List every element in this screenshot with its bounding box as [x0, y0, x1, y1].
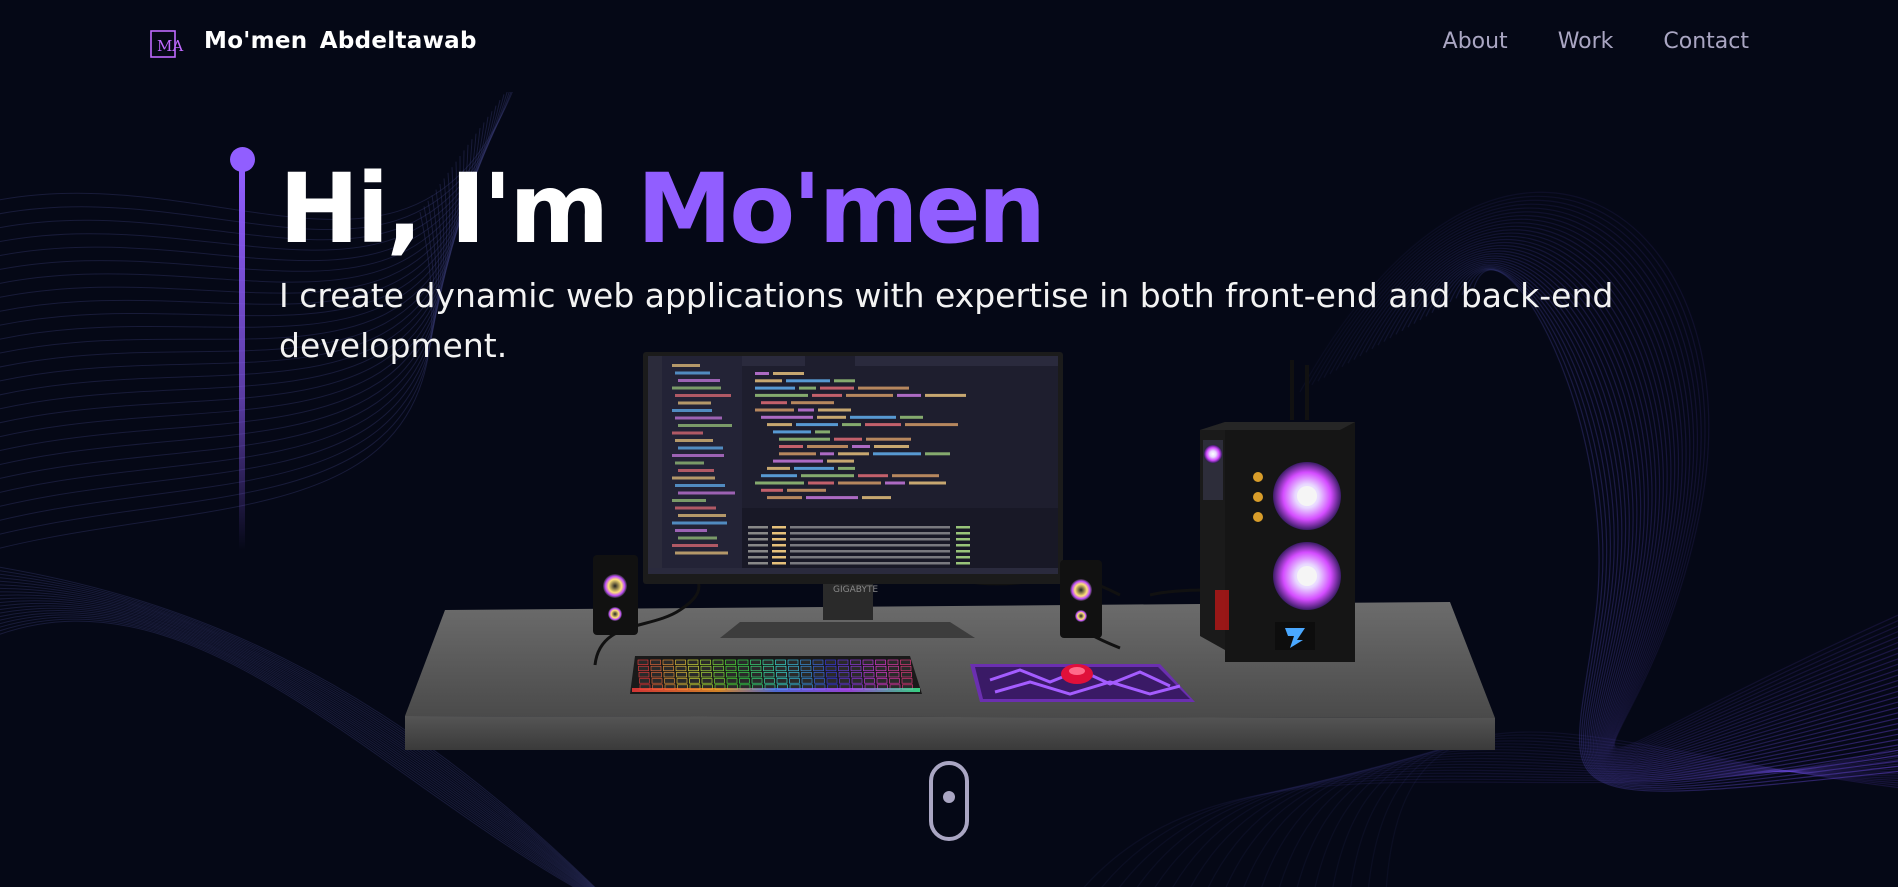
- desk-front: [405, 716, 1495, 750]
- nav-link-contact[interactable]: Contact: [1663, 29, 1749, 54]
- hero-name: Mo'men: [636, 153, 1046, 265]
- brand-name[interactable]: Mo'men Abdeltawab: [204, 28, 477, 54]
- ma-logo-icon[interactable]: MA: [150, 30, 184, 58]
- monitor-stand-base: [720, 622, 975, 638]
- mouse-scroll-icon[interactable]: [929, 761, 969, 841]
- navbar: MA Mo'men Abdeltawab About Work Contact: [0, 0, 1898, 90]
- hero-subtitle: I create dynamic web applications with e…: [279, 276, 1614, 365]
- monitor-brand: GIGABYTE: [833, 585, 878, 595]
- nav-link-work[interactable]: Work: [1558, 29, 1614, 54]
- hero-line: [239, 170, 245, 550]
- hero-title: Hi, I'm Mo'men: [279, 150, 1046, 268]
- pc-tower-antenna-2: [1305, 365, 1309, 420]
- logo-initials: MA: [157, 37, 183, 55]
- scroll-dot: [943, 791, 955, 803]
- desk-computer-scene[interactable]: GIGABYTE: [380, 330, 1520, 770]
- nav-link-about[interactable]: About: [1443, 29, 1508, 54]
- nav-links: About Work Contact: [1443, 29, 1749, 54]
- hero-line-dot: [230, 147, 255, 172]
- hero-greeting: Hi, I'm: [279, 153, 637, 265]
- page: MA Mo'men Abdeltawab About Work Contact …: [0, 0, 1898, 887]
